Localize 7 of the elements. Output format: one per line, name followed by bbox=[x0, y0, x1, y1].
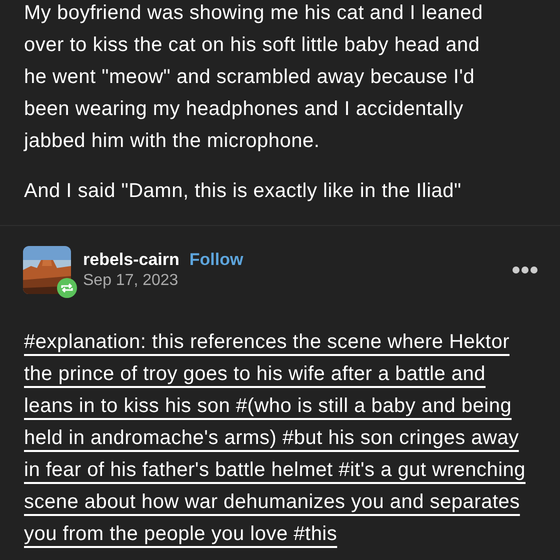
follow-button[interactable]: Follow bbox=[189, 250, 244, 270]
post-paragraph: And I said "Damn, this is exactly like in the Iliad" bbox=[24, 179, 462, 204]
post-paragraph: My boyfriend was showing me his cat and I leaned over to kiss the cat on his soft little baby head and he went "meow" and scrambled away because I'd been wearing my headphones and I accidentally jabbed him with the microphone. bbox=[24, 1, 484, 154]
post-date: Sep 17, 2023 bbox=[83, 272, 180, 290]
more-options-icon[interactable] bbox=[512, 266, 538, 274]
username-link[interactable]: rebels-cairn bbox=[83, 250, 180, 270]
tags-text[interactable]: #explanation: this references the scene where Hektor the prince of troy goes to his wife after a battle and leans in to kiss his son #(who is still a baby and being held in andromache's arms) #but his son cringes away in fear of his father's battle helmet #it's a gut wrenching scene about how war dehumanizes you and separates you from the people you love #this bbox=[0, 326, 560, 550]
